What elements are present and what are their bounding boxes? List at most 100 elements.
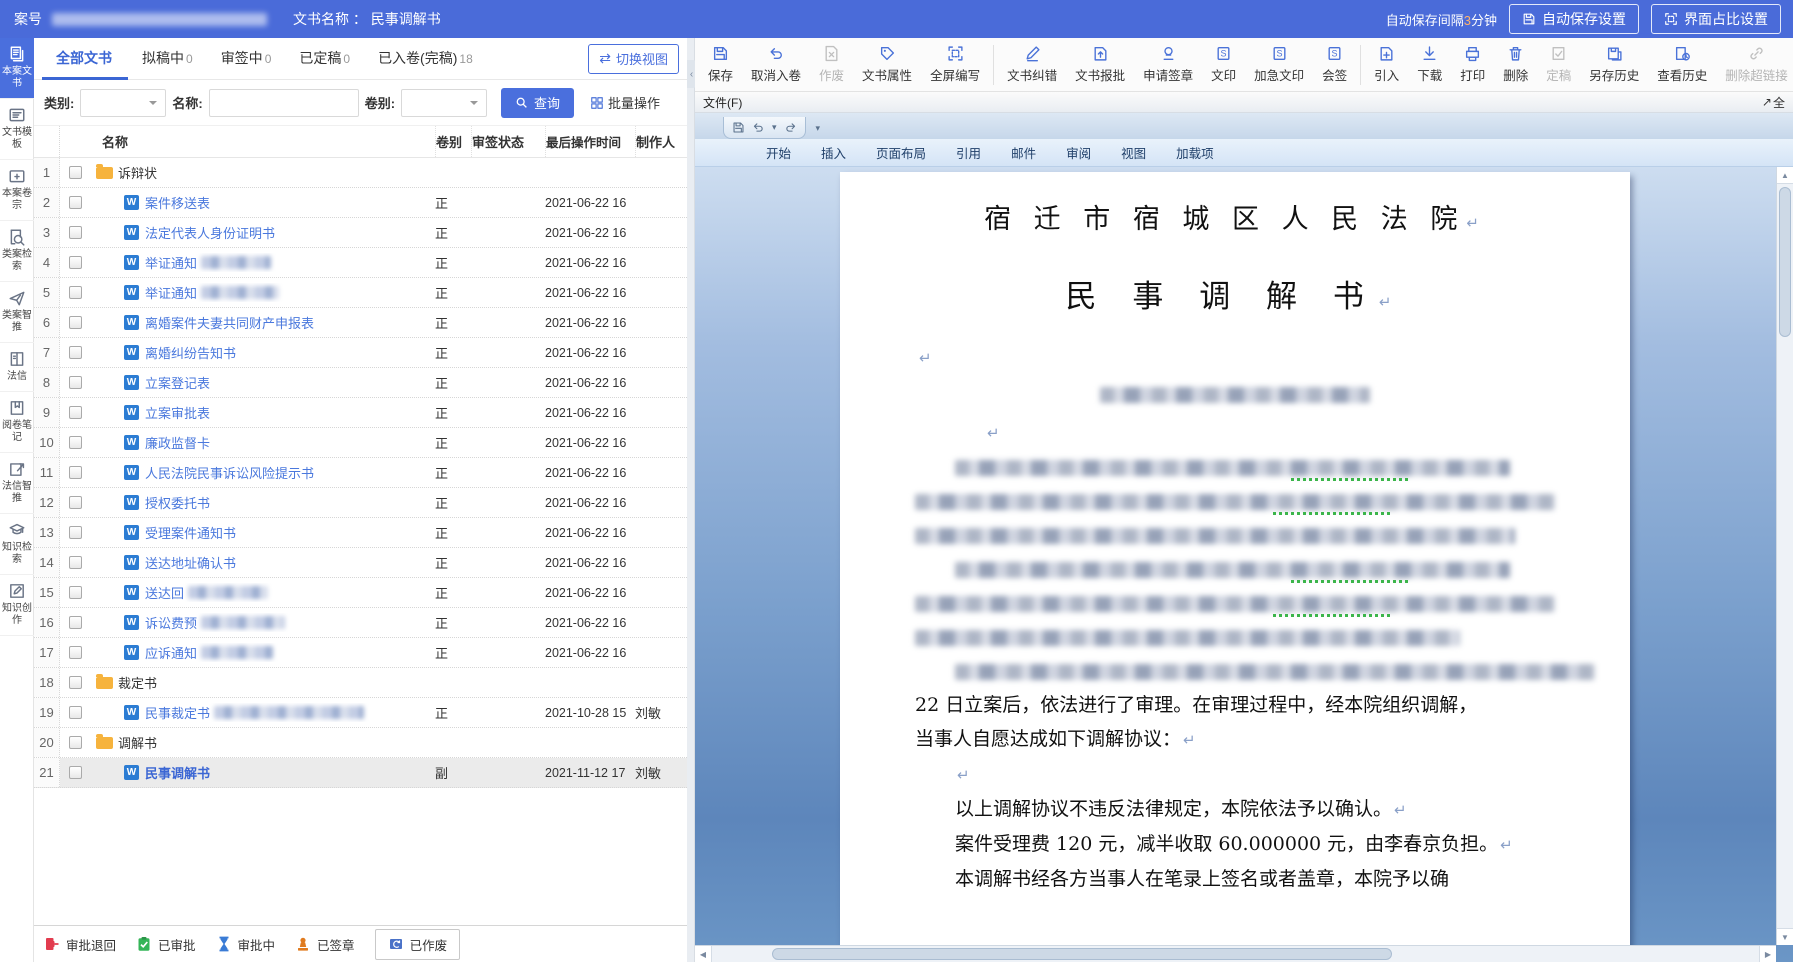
table-row[interactable]: 16 W 诉讼费预 正 2021-06-22 16 [34, 608, 687, 638]
ribbon-tab[interactable]: 加载项 [1163, 139, 1227, 166]
table-row[interactable]: 17 W 应诉通知 正 2021-06-22 16 [34, 638, 687, 668]
row-checkbox[interactable] [69, 376, 82, 389]
row-checkbox[interactable] [69, 526, 82, 539]
row-checkbox[interactable] [69, 286, 82, 299]
row-checkbox[interactable] [69, 766, 82, 779]
row-checkbox[interactable] [69, 226, 82, 239]
toolbar-button[interactable]: 保存 [699, 40, 742, 90]
ribbon-tab[interactable]: 审阅 [1053, 139, 1104, 166]
table-row[interactable]: 2 W 案件移送表 正 2021-06-22 16 [34, 188, 687, 218]
document-tab[interactable]: 全部文书 [42, 38, 128, 80]
ribbon-tab[interactable]: 插入 [808, 139, 859, 166]
legend-item[interactable]: 审批中 [216, 935, 276, 954]
vertical-scroll-thumb[interactable] [1779, 187, 1791, 337]
table-row[interactable]: 6 W 离婚案件夫妻共同财产申报表 正 2021-06-22 16 [34, 308, 687, 338]
row-checkbox[interactable] [69, 676, 82, 689]
document-link[interactable]: 调解书 [118, 733, 157, 752]
fullscreen-toggle[interactable]: ↗ 全 [1762, 94, 1785, 111]
document-link[interactable]: 离婚纠纷告知书 [145, 343, 236, 362]
scroll-right-icon[interactable]: ▶ [1759, 946, 1776, 962]
document-link[interactable]: 应诉通知 [145, 643, 197, 662]
row-checkbox[interactable] [69, 346, 82, 359]
ribbon-tab[interactable]: 开始 [753, 139, 804, 166]
sidebar-item[interactable]: 类案检索 [0, 221, 34, 282]
document-link[interactable]: 立案审批表 [145, 403, 210, 422]
document-link[interactable]: 送达地址确认书 [145, 553, 236, 572]
toolbar-button[interactable]: 删除超链接 [1716, 40, 1793, 90]
vertical-scrollbar[interactable]: ▲ ▼ [1776, 167, 1793, 945]
document-link[interactable]: 民事裁定书 [145, 703, 210, 722]
horizontal-scrollbar[interactable]: ◀ ▶ [695, 945, 1776, 962]
table-row[interactable]: 21 W 民事调解书 副 2021-11-12 17 刘敏 [34, 758, 687, 788]
toolbar-button[interactable]: 文书报批 [1066, 40, 1134, 90]
volume-select[interactable] [401, 89, 487, 117]
toolbar-button[interactable]: 打印 [1451, 40, 1494, 90]
row-checkbox[interactable] [69, 406, 82, 419]
document-link[interactable]: 离婚案件夫妻共同财产申报表 [145, 313, 314, 332]
document-link[interactable]: 廉政监督卡 [145, 433, 210, 452]
batch-operations-button[interactable]: 批量操作 [590, 93, 660, 112]
table-row[interactable]: 7 W 离婚纠纷告知书 正 2021-06-22 16 [34, 338, 687, 368]
document-tab[interactable]: 已定稿0 [285, 38, 364, 80]
table-row[interactable]: 1 诉辩状 [34, 158, 687, 188]
row-checkbox[interactable] [69, 646, 82, 659]
row-checkbox[interactable] [69, 616, 82, 629]
name-filter-input[interactable] [209, 89, 359, 117]
legend-item[interactable]: 已作废 [375, 929, 461, 960]
sidebar-item[interactable]: 法信 [0, 343, 34, 392]
table-row[interactable]: 19 W 民事裁定书 正 2021-10-28 15 刘敏 [34, 698, 687, 728]
row-checkbox[interactable] [69, 166, 82, 179]
undo-icon[interactable] [752, 121, 765, 134]
toolbar-button[interactable]: S 加急文印 [1245, 40, 1313, 90]
table-row[interactable]: 11 W 人民法院民事诉讼风险提示书 正 2021-06-22 16 [34, 458, 687, 488]
table-row[interactable]: 14 W 送达地址确认书 正 2021-06-22 16 [34, 548, 687, 578]
toolbar-button[interactable]: 定稿 [1537, 40, 1580, 90]
customize-toolbar-icon[interactable]: ▾ [816, 123, 821, 134]
switch-view-button[interactable]: ⇄ 切换视图 [588, 44, 679, 74]
sidebar-item[interactable]: 知识创作 [0, 575, 34, 636]
redo-icon[interactable] [784, 121, 797, 134]
scroll-up-icon[interactable]: ▲ [1777, 167, 1793, 184]
row-checkbox[interactable] [69, 496, 82, 509]
toolbar-button[interactable]: 作废 [810, 40, 853, 90]
toolbar-button[interactable]: S 会签 [1313, 40, 1356, 90]
document-tab[interactable]: 拟稿中0 [128, 38, 207, 80]
toolbar-button[interactable]: 全屏编写 [921, 40, 989, 90]
sidebar-item[interactable]: 本案卷宗 [0, 160, 34, 221]
ribbon-tab[interactable]: 视图 [1108, 139, 1159, 166]
row-checkbox[interactable] [69, 556, 82, 569]
ribbon-tab[interactable]: 引用 [943, 139, 994, 166]
document-page[interactable]: 宿 迁 市 宿 城 区 人 民 法 院↵ 民 事 调 解 书↵ ↵ ↵ ↵ [840, 172, 1630, 962]
sidebar-item[interactable]: 知识检索 [0, 514, 34, 575]
search-button[interactable]: 查询 [501, 88, 574, 118]
toolbar-button[interactable]: 引入 [1365, 40, 1408, 90]
table-row[interactable]: 8 W 立案登记表 正 2021-06-22 16 [34, 368, 687, 398]
table-row[interactable]: 13 W 受理案件通知书 正 2021-06-22 16 [34, 518, 687, 548]
table-row[interactable]: 9 W 立案审批表 正 2021-06-22 16 [34, 398, 687, 428]
ribbon-tab[interactable]: 页面布局 [863, 139, 939, 166]
scroll-left-icon[interactable]: ◀ [695, 946, 712, 962]
toolbar-button[interactable]: 文书纠错 [998, 40, 1066, 90]
table-row[interactable]: 5 W 举证通知 正 2021-06-22 16 [34, 278, 687, 308]
quick-save-icon[interactable] [732, 121, 745, 134]
row-checkbox[interactable] [69, 196, 82, 209]
document-link[interactable]: 授权委托书 [145, 493, 210, 512]
row-checkbox[interactable] [69, 316, 82, 329]
ribbon-tab[interactable]: 邮件 [998, 139, 1049, 166]
document-link[interactable]: 诉讼费预 [145, 613, 197, 632]
toolbar-button[interactable]: 文书属性 [853, 40, 921, 90]
table-row[interactable]: 20 调解书 [34, 728, 687, 758]
document-tab[interactable]: 审签中0 [207, 38, 286, 80]
toolbar-button[interactable]: 另存历史 [1580, 40, 1648, 90]
file-menu[interactable]: 文件(F) [703, 94, 742, 111]
scroll-down-icon[interactable]: ▼ [1777, 928, 1793, 945]
row-checkbox[interactable] [69, 466, 82, 479]
sidebar-item[interactable]: 文书模板 [0, 99, 34, 160]
legend-item[interactable]: 已签章 [295, 935, 355, 954]
document-link[interactable]: 裁定书 [118, 673, 157, 692]
toolbar-button[interactable]: 取消入卷 [742, 40, 810, 90]
table-row[interactable]: 18 裁定书 [34, 668, 687, 698]
row-checkbox[interactable] [69, 736, 82, 749]
sidebar-item[interactable]: 本案文书 [0, 38, 34, 99]
ui-scale-settings-button[interactable]: 界面占比设置 [1651, 4, 1781, 34]
